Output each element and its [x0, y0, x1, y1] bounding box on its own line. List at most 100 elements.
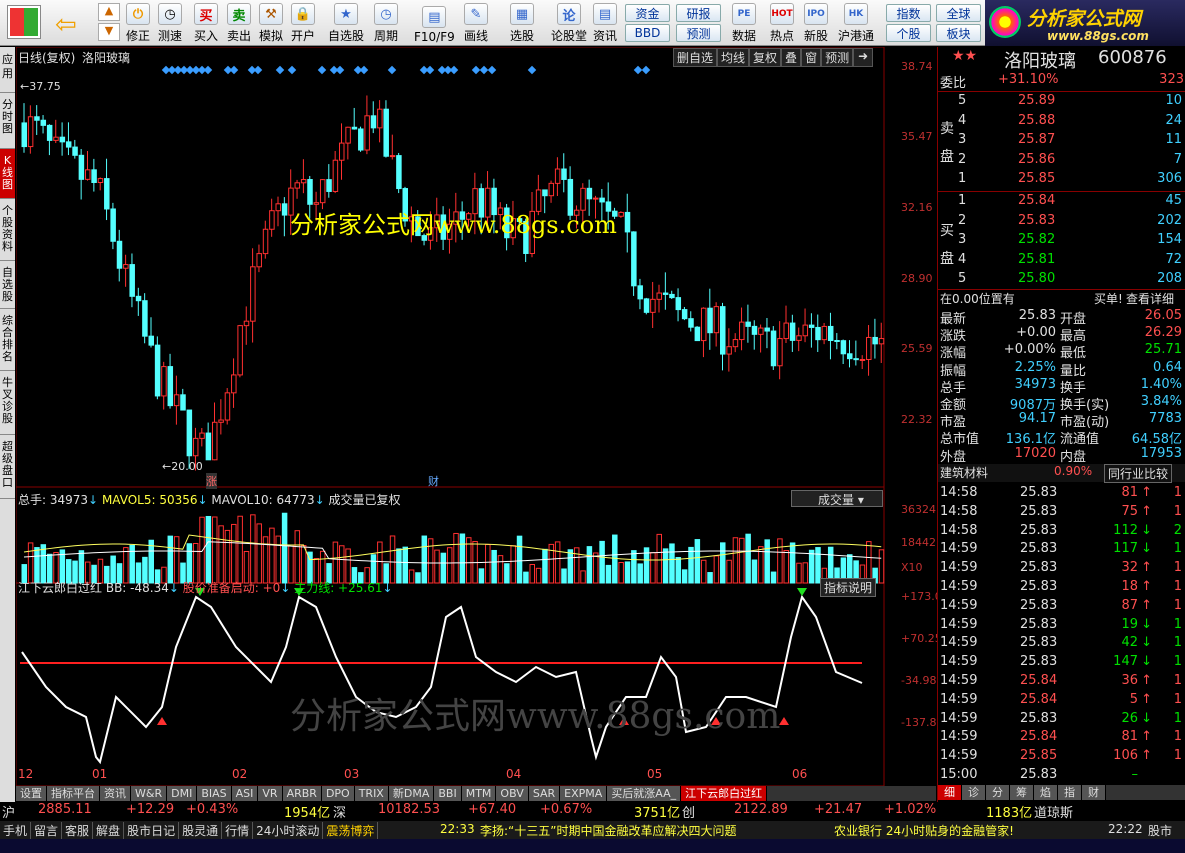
candle-body[interactable]: [643, 298, 650, 313]
right-tab[interactable]: 细: [938, 785, 962, 800]
bottom-link[interactable]: 手机: [0, 822, 32, 839]
global-button[interactable]: 全球: [936, 4, 981, 22]
candle-body[interactable]: [726, 346, 732, 355]
up-icon[interactable]: ▲: [98, 3, 120, 21]
candle-body[interactable]: [815, 326, 821, 341]
fund-button[interactable]: 资金: [625, 4, 670, 22]
research-button[interactable]: 研报: [676, 4, 721, 22]
indicator-tab[interactable]: BIAS: [197, 786, 232, 801]
forecast-button[interactable]: 预测: [676, 24, 721, 42]
bottom-link[interactable]: 留言: [31, 822, 63, 839]
right-tab[interactable]: 诊: [962, 785, 986, 800]
indicator-tab[interactable]: ARBR: [282, 786, 322, 801]
order-row[interactable]: 2 25.83 202: [938, 213, 1185, 231]
candle-body[interactable]: [370, 115, 377, 129]
buy-button[interactable]: 买买入: [194, 2, 218, 44]
news-headline[interactable]: 李扬:“十三五”时期中国金融改革应解决四大问题: [480, 822, 736, 839]
data-button[interactable]: PE 数据: [732, 2, 756, 44]
candle-body[interactable]: [85, 169, 91, 180]
candle-body[interactable]: [688, 318, 694, 328]
candle-body[interactable]: [256, 253, 262, 268]
candle-body[interactable]: [396, 155, 402, 190]
dj-label[interactable]: 道琼斯: [1034, 802, 1073, 821]
indicator-tab[interactable]: 新DMA: [388, 786, 435, 801]
candle-body[interactable]: [859, 359, 866, 362]
candle-body[interactable]: [694, 326, 701, 342]
indicator-tab[interactable]: MTM: [461, 786, 497, 801]
candle-body[interactable]: [377, 108, 383, 129]
forum-button[interactable]: 论论股堂: [551, 2, 587, 44]
candle-body[interactable]: [383, 108, 389, 157]
simulate-button[interactable]: ⚒ 模拟: [259, 2, 283, 44]
indicator-tab[interactable]: OBV: [496, 786, 529, 801]
candle-body[interactable]: [713, 306, 720, 334]
candle-body[interactable]: [866, 336, 872, 361]
candle-body[interactable]: [281, 203, 288, 216]
candle-body[interactable]: [332, 159, 339, 192]
hk-connect-button[interactable]: HK 沪港通: [838, 2, 874, 44]
candle-body[interactable]: [192, 437, 199, 457]
candle-body[interactable]: [624, 211, 631, 233]
candle-body[interactable]: [650, 298, 656, 313]
indicator-tab[interactable]: ASI: [231, 786, 259, 801]
order-row[interactable]: 4 25.88 24: [938, 113, 1185, 131]
candle-body[interactable]: [878, 338, 885, 345]
order-row[interactable]: 3 25.87 11: [938, 132, 1185, 150]
candle-body[interactable]: [853, 358, 859, 361]
candle-body[interactable]: [27, 116, 34, 148]
bottom-link[interactable]: 股灵通: [179, 822, 223, 839]
candle-body[interactable]: [700, 307, 707, 342]
candle-body[interactable]: [561, 168, 567, 180]
forecast-chart-button[interactable]: 预测: [821, 48, 854, 67]
arrow-right-icon[interactable]: ➜: [853, 48, 874, 67]
indicator-tab[interactable]: 资讯: [100, 786, 131, 801]
candle-body[interactable]: [237, 325, 243, 376]
bottom-link[interactable]: 解盘: [93, 822, 125, 839]
open-account-button[interactable]: 🔒 开户: [291, 2, 315, 44]
candle-body[interactable]: [351, 126, 358, 130]
candle-body[interactable]: [78, 154, 85, 180]
watchlist-button[interactable]: ★ 自选股: [328, 2, 364, 44]
indicator-tab[interactable]: TRIX: [354, 786, 389, 801]
candle-body[interactable]: [783, 322, 789, 340]
candle-body[interactable]: [205, 432, 212, 461]
candle-body[interactable]: [802, 324, 809, 337]
candle-body[interactable]: [154, 344, 161, 397]
cy-index[interactable]: 2122.89: [734, 802, 788, 817]
logo-icon[interactable]: [8, 6, 40, 38]
draw-button[interactable]: ✎ 画线: [464, 2, 488, 44]
sector-compare-button[interactable]: 同行业比较: [1104, 464, 1173, 483]
candle-body[interactable]: [65, 141, 72, 148]
order-row[interactable]: 5 25.80 208: [938, 271, 1185, 289]
ad-text[interactable]: 农业银行 24小时贴身的金融管家!: [834, 822, 1014, 839]
window-button[interactable]: 窗: [801, 48, 822, 67]
news-button[interactable]: ▤ 资讯: [593, 2, 617, 44]
candle-body[interactable]: [586, 187, 593, 200]
nav-watchlist[interactable]: 自选股: [0, 261, 15, 309]
event-marker[interactable]: 财: [428, 473, 439, 489]
candle-body[interactable]: [161, 366, 167, 397]
candle-body[interactable]: [167, 366, 174, 407]
candle-body[interactable]: [21, 122, 27, 148]
candle-body[interactable]: [97, 178, 104, 183]
candle-body[interactable]: [796, 335, 802, 341]
indicator-tab[interactable]: BBI: [434, 786, 462, 801]
news-tail[interactable]: 股市: [1148, 822, 1172, 839]
speedtest-button[interactable]: ◷ 测速: [158, 2, 182, 44]
bbd-button[interactable]: BBD: [625, 24, 670, 42]
candle-body[interactable]: [751, 325, 758, 335]
candle-body[interactable]: [777, 338, 783, 367]
sector-name[interactable]: 建筑材料: [940, 464, 988, 481]
candle-body[interactable]: [319, 179, 326, 204]
candle-body[interactable]: [46, 124, 53, 141]
nav-diagnose[interactable]: 牛叉诊股: [0, 371, 15, 435]
candle-body[interactable]: [339, 142, 345, 161]
bottom-link[interactable]: 24小时滚动: [253, 822, 324, 839]
candle-body[interactable]: [656, 292, 662, 300]
candle-body[interactable]: [40, 119, 47, 126]
bottom-link[interactable]: 客服: [62, 822, 94, 839]
fix-button[interactable]: ⏻ 修正: [126, 2, 150, 44]
candle-body[interactable]: [764, 327, 770, 332]
indicator-tab[interactable]: DMI: [167, 786, 198, 801]
indicator-tab[interactable]: DPO: [321, 786, 355, 801]
